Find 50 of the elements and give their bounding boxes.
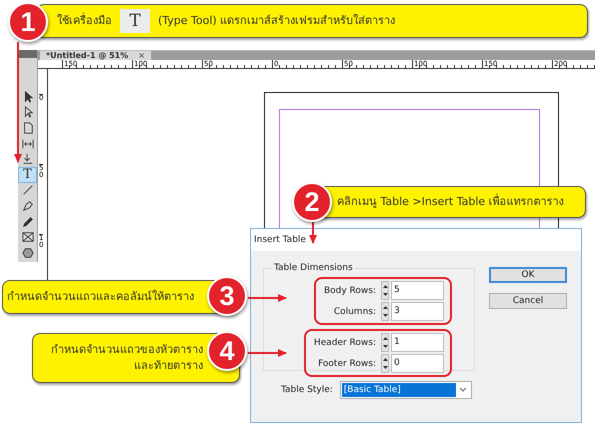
callout-text: คลิกเมนู Table >Insert Table เพื่อแทรกตาราง	[337, 194, 564, 210]
pointer-arrow	[309, 222, 317, 244]
caret-up-icon	[382, 336, 388, 340]
gap-icon	[22, 138, 34, 150]
spin-button[interactable]	[381, 302, 389, 321]
callout-text: (Type Tool) แดรกเมาส์สร้างเฟรมสำหรับใส่ตาราง	[158, 12, 396, 29]
caret-down-icon	[382, 345, 388, 348]
caret-down-icon	[382, 366, 388, 370]
pen-icon	[22, 200, 34, 212]
caret-up-icon	[382, 284, 388, 288]
callout-text: ใช้เครื่องมือ	[57, 12, 112, 29]
spin-button[interactable]	[381, 281, 389, 300]
number-field[interactable]: 3	[391, 302, 444, 321]
line-icon	[22, 184, 34, 196]
spin-button[interactable]	[381, 354, 389, 373]
panel-header	[18, 50, 37, 58]
dialog-button[interactable]: OK	[489, 267, 567, 283]
caret-down-icon	[382, 314, 388, 318]
caret-down-icon	[382, 293, 388, 296]
pencil-icon	[22, 216, 34, 228]
collector-icon	[22, 153, 34, 166]
spin-button[interactable]	[381, 333, 389, 352]
table-style-dropdown[interactable]: [Basic Table]	[340, 381, 472, 399]
number-field[interactable]: 1	[391, 333, 444, 352]
group-title: Table Dimensions	[273, 263, 354, 273]
tab-title: *Untitled-1 @ 51%	[46, 51, 128, 60]
document-tab[interactable]: *Untitled-1 @ 51% ×	[40, 51, 151, 60]
dialog-button[interactable]: Cancel	[489, 293, 567, 309]
type-tool-icon: T	[23, 167, 32, 182]
number-field[interactable]: 0	[391, 354, 444, 373]
pointer-arrow	[248, 349, 287, 357]
polygon-icon	[22, 246, 34, 259]
close-icon[interactable]: ×	[138, 51, 145, 60]
type-tool-icon: T	[120, 9, 150, 33]
caret-up-icon	[382, 358, 388, 361]
page-icon	[22, 122, 34, 134]
number-field[interactable]: 5	[391, 281, 444, 300]
step-number: 4	[207, 331, 247, 371]
rectangle-frame-icon	[22, 231, 34, 244]
callout-text: กำหนดจำนวนแถวของหัวตาราง และท้ายตาราง	[51, 342, 203, 374]
field-label: Footer Rows:	[318, 358, 376, 368]
field-label: Header Rows:	[314, 338, 376, 348]
field-label: Table Style:	[281, 385, 333, 395]
tool-button[interactable]: T	[18, 166, 37, 183]
field-label: Body Rows:	[324, 286, 376, 296]
dialog-title: Insert Table	[251, 229, 581, 251]
step-number: 1	[8, 2, 48, 42]
pointer-arrow	[248, 294, 287, 302]
selected-value: [Basic Table]	[342, 383, 456, 397]
field-label: Columns:	[334, 306, 376, 316]
